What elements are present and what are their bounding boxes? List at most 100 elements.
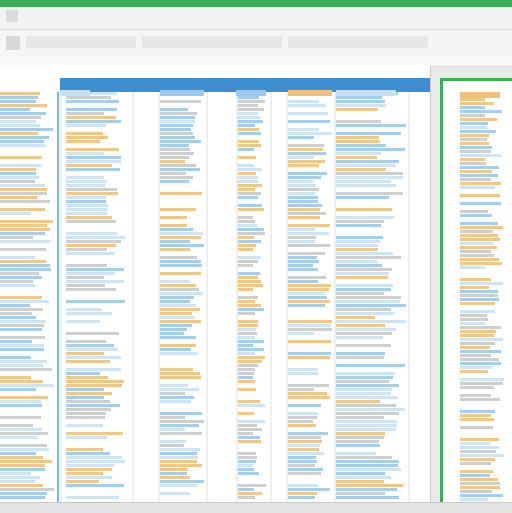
table-cell[interactable] xyxy=(288,172,327,175)
table-cell[interactable] xyxy=(288,128,319,131)
table-cell[interactable] xyxy=(0,236,33,239)
table-cell[interactable] xyxy=(288,436,321,439)
table-cell[interactable] xyxy=(460,302,495,305)
table-cell[interactable] xyxy=(460,222,498,225)
table-cell[interactable] xyxy=(460,354,491,357)
table-cell[interactable] xyxy=(460,470,493,473)
table-cell[interactable] xyxy=(160,240,190,243)
table-cell[interactable] xyxy=(236,380,255,383)
table-cell[interactable] xyxy=(236,336,255,339)
table-cell[interactable] xyxy=(66,216,112,219)
table-cell[interactable] xyxy=(236,400,260,403)
table-cell[interactable] xyxy=(288,484,318,487)
table-cell[interactable] xyxy=(236,428,262,431)
table-cell[interactable] xyxy=(336,172,403,175)
table-cell[interactable] xyxy=(236,352,255,355)
table-cell[interactable] xyxy=(160,412,202,415)
table-cell[interactable] xyxy=(336,328,396,331)
table-cell[interactable] xyxy=(336,292,384,295)
table-cell[interactable] xyxy=(336,132,401,135)
table-cell[interactable] xyxy=(288,412,318,415)
table-cell[interactable] xyxy=(336,356,384,359)
table-cell[interactable] xyxy=(236,156,256,159)
table-cell[interactable] xyxy=(336,276,388,279)
table-cell[interactable] xyxy=(336,268,392,271)
table-cell[interactable] xyxy=(336,220,384,223)
table-cell[interactable] xyxy=(288,372,318,375)
table-cell[interactable] xyxy=(66,140,100,143)
table-cell[interactable] xyxy=(0,460,52,463)
table-cell[interactable] xyxy=(0,356,31,359)
table-cell[interactable] xyxy=(236,204,262,207)
toolbar-button[interactable] xyxy=(26,36,136,48)
table-cell[interactable] xyxy=(236,196,258,199)
table-cell[interactable] xyxy=(236,180,258,183)
table-cell[interactable] xyxy=(288,196,318,199)
table-cell[interactable] xyxy=(336,148,405,151)
table-cell[interactable] xyxy=(66,132,103,135)
table-cell[interactable] xyxy=(336,472,385,475)
table-cell[interactable] xyxy=(460,114,485,117)
table-cell[interactable] xyxy=(0,220,53,223)
table-cell[interactable] xyxy=(336,352,385,355)
table-cell[interactable] xyxy=(0,240,50,243)
table-cell[interactable] xyxy=(288,404,321,407)
table-cell[interactable] xyxy=(66,96,111,99)
table-cell[interactable] xyxy=(66,100,119,103)
table-cell[interactable] xyxy=(336,412,399,415)
table-cell[interactable] xyxy=(66,124,106,127)
table-cell[interactable] xyxy=(288,212,326,215)
table-cell[interactable] xyxy=(460,486,500,489)
table-cell[interactable] xyxy=(336,160,399,163)
table-cell[interactable] xyxy=(160,224,187,227)
table-cell[interactable] xyxy=(336,376,393,379)
table-cell[interactable] xyxy=(66,188,117,191)
table-cell[interactable] xyxy=(0,324,44,327)
table-cell[interactable] xyxy=(236,460,256,463)
table-cell[interactable] xyxy=(66,112,104,115)
table-cell[interactable] xyxy=(288,468,323,471)
table-cell[interactable] xyxy=(66,204,108,207)
table-cell[interactable] xyxy=(0,272,39,275)
table-cell[interactable] xyxy=(460,330,496,333)
table-cell[interactable] xyxy=(160,112,197,115)
toolbar-icon[interactable] xyxy=(6,36,20,50)
table-cell[interactable] xyxy=(236,96,259,99)
table-cell[interactable] xyxy=(336,100,385,103)
table-cell[interactable] xyxy=(160,120,195,123)
table-cell[interactable] xyxy=(336,332,392,335)
table-cell[interactable] xyxy=(0,108,30,111)
table-cell[interactable] xyxy=(336,392,391,395)
table-cell[interactable] xyxy=(288,420,313,423)
table-cell[interactable] xyxy=(66,408,111,411)
table-cell[interactable] xyxy=(460,118,497,121)
table-cell[interactable] xyxy=(460,338,503,341)
table-cell[interactable] xyxy=(66,300,125,303)
table-cell[interactable] xyxy=(0,320,46,323)
table-cell[interactable] xyxy=(236,264,253,267)
table-cell[interactable] xyxy=(288,112,328,115)
table-cell[interactable] xyxy=(160,304,196,307)
table-cell[interactable] xyxy=(66,332,119,335)
table-cell[interactable] xyxy=(460,230,493,233)
table-cell[interactable] xyxy=(460,178,491,181)
table-cell[interactable] xyxy=(288,152,326,155)
table-cell[interactable] xyxy=(0,348,44,351)
table-cell[interactable] xyxy=(460,382,503,385)
table-cell[interactable] xyxy=(288,356,330,359)
table-cell[interactable] xyxy=(0,180,35,183)
table-cell[interactable] xyxy=(460,346,490,349)
table-cell[interactable] xyxy=(336,288,391,291)
table-cell[interactable] xyxy=(160,448,200,451)
table-cell[interactable] xyxy=(66,456,122,459)
table-cell[interactable] xyxy=(66,372,100,375)
table-cell[interactable] xyxy=(66,392,112,395)
table-cell[interactable] xyxy=(460,246,497,249)
table-cell[interactable] xyxy=(66,436,107,439)
table-cell[interactable] xyxy=(460,398,500,401)
table-cell[interactable] xyxy=(236,128,259,131)
table-cell[interactable] xyxy=(160,108,188,111)
table-cell[interactable] xyxy=(0,92,40,95)
table-cell[interactable] xyxy=(336,192,403,195)
table-cell[interactable] xyxy=(66,108,117,111)
